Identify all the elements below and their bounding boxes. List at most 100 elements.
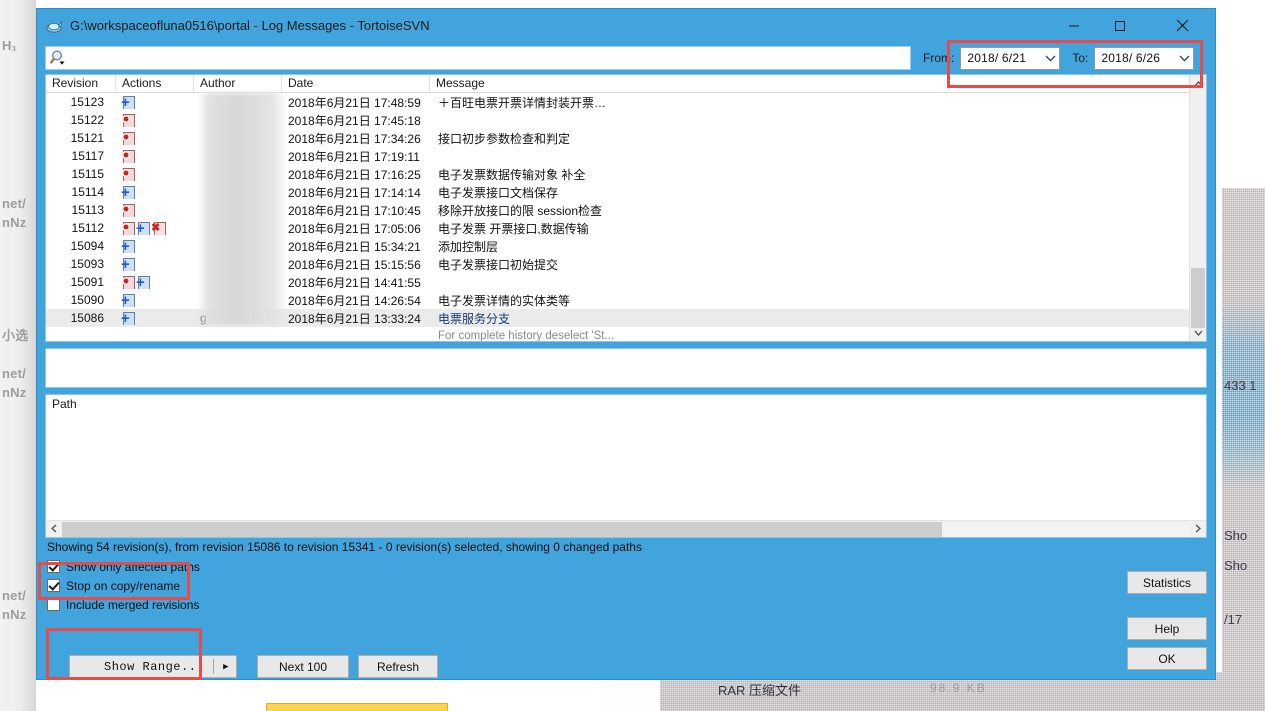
cell-date: 2018年6月21日 17:10:45 [288,203,421,218]
changed-paths-header: Path [46,395,1206,414]
background-right-text: Sho [1224,528,1248,543]
scroll-up-icon[interactable] [1190,75,1206,92]
table-row[interactable]: 15123 2018年6月21日 17:48:59 ＋百旺电票开票详情封装开票… [46,93,1189,111]
column-header-date[interactable]: Date [282,75,430,92]
ok-label: OK [1158,651,1176,666]
cell-date: 2018年6月21日 17:05:06 [288,221,421,236]
log-vertical-scrollbar[interactable] [1189,75,1206,341]
cell-actions [116,293,194,307]
background-file-size-label: 98.9 KB [930,681,987,695]
maximize-button[interactable] [1097,9,1143,42]
show-range-button[interactable]: Show Range... ▶ [69,655,237,678]
cell-revision: 15123 [70,95,104,109]
cell-date: 2018年6月21日 14:41:55 [288,275,421,290]
bottom-panel: Show only affected paths Stop on copy/ren… [45,557,1207,679]
background-left-text: H₁ [2,38,18,53]
log-scroll-track[interactable] [1190,92,1206,328]
file-added-icon [121,185,135,199]
column-header-author[interactable]: Author [194,75,282,92]
changed-paths-body [46,414,1206,520]
minimize-button[interactable] [1051,9,1097,42]
table-row[interactable]: 15117 2018年6月21日 17:19:11 [46,147,1189,165]
background-right-white [1222,0,1265,188]
cell-revision: 15122 [70,113,104,127]
table-row[interactable]: 15086 g 2018年6月21日 13:33:24 电票服务分支 [46,309,1189,327]
triangle-right-icon[interactable]: ▶ [223,662,229,672]
window-title: G:\workspaceofluna0516\portal - Log Mess… [70,18,430,33]
log-messages-window: G:\workspaceofluna0516\portal - Log Mess… [36,8,1216,680]
search-box[interactable] [45,46,911,70]
cell-message: 电子发票接口文档保存 [438,185,559,200]
commit-message-pane[interactable] [45,348,1207,388]
show-only-affected-paths-label: Show only affected paths [66,559,200,574]
paths-horizontal-scrollbar[interactable] [46,520,1206,537]
background-left-text: net/ [2,196,26,211]
search-input[interactable] [70,48,910,68]
file-modified-icon [122,131,135,145]
next-100-button[interactable]: Next 100 [257,655,349,678]
table-row[interactable]: 15093 2018年6月21日 15:15:56 电子发票接口初始提交 [46,255,1189,273]
chevron-down-icon[interactable] [1041,48,1059,69]
file-added-icon [136,221,150,235]
help-button[interactable]: Help [1127,617,1207,640]
table-row[interactable]: 15114 2018年6月21日 17:14:14 电子发票接口文档保存 [46,183,1189,201]
background-right-text: 433 1 [1224,378,1257,393]
statistics-button[interactable]: Statistics [1127,571,1207,594]
table-row[interactable]: 15091 2018年6月21日 14:41:55 [46,273,1189,291]
stop-on-copy-rename-checkbox[interactable] [47,579,60,592]
background-left-text: 小选 [2,328,29,343]
revision-log-header: Revision Actions Author Date Message [46,75,1189,93]
cell-actions [116,149,194,163]
show-only-affected-paths-row[interactable]: Show only affected paths [47,557,1207,576]
title-bar[interactable]: G:\workspaceofluna0516\portal - Log Mess… [37,9,1215,42]
table-row[interactable]: 15121 2018年6月21日 17:34:26 接口初步参数检查和判定 [46,129,1189,147]
table-row[interactable]: 15094 2018年6月21日 15:34:21 添加控制层 [46,237,1189,255]
include-merged-revisions-row[interactable]: Include merged revisions [47,595,1207,614]
column-header-message[interactable]: Message [430,75,1154,92]
file-added-icon [121,95,135,109]
include-merged-revisions-checkbox[interactable] [47,598,60,611]
cell-actions [116,113,194,127]
revision-log-grid: Revision Actions Author Date Message 151… [46,75,1189,341]
show-range-divider [213,659,214,674]
revision-log-list[interactable]: Revision Actions Author Date Message 151… [45,74,1207,342]
cell-revision: 15113 [71,203,104,217]
chevron-down-icon[interactable] [1175,48,1193,69]
help-label: Help [1154,621,1180,636]
cell-date: 2018年6月21日 17:45:18 [288,113,421,128]
date-from-field[interactable]: 2018/ 6/21 [960,46,1061,70]
refresh-button[interactable]: Refresh [358,655,438,678]
next-100-label: Next 100 [278,659,328,674]
cell-actions [116,131,194,145]
revision-log-body: 151232018年6月21日 17:48:59＋百旺电票开票详情封装开票…15… [46,93,1189,341]
date-to-field[interactable]: 2018/ 6/26 [1094,46,1195,70]
table-row[interactable]: 15113 2018年6月21日 17:10:45 移除开放接口的限 session… [46,201,1189,219]
stop-on-copy-rename-row[interactable]: Stop on copy/rename [47,576,1207,595]
date-to-value: 2018/ 6/26 [1101,51,1161,65]
table-row[interactable]: 15122 2018年6月21日 17:45:18 [46,111,1189,129]
column-header-actions[interactable]: Actions [116,75,194,92]
scroll-left-icon[interactable] [46,524,62,535]
table-row[interactable]: 15115 2018年6月21日 17:16:25 电子发票数据传输对象 补全 [46,165,1189,183]
column-header-revision[interactable]: Revision [46,75,116,92]
close-button[interactable] [1159,9,1205,42]
background-left-text: net/ [2,588,26,603]
log-scroll-thumb[interactable] [1191,268,1205,328]
table-row[interactable]: 15090 2018年6月21日 14:26:54 电子发票详情的实体类等 [46,291,1189,309]
ok-button[interactable]: OK [1127,647,1207,670]
cell-message: 电子发票 开票接口,数据传输 [438,221,589,236]
window-content: Revision Actions Author Date Message 151… [37,74,1215,679]
paths-scroll-thumb[interactable] [62,521,942,537]
table-row[interactable]: 15112 2018年6月21日 17:05:06 电子发票 开票接口,数据传输 [46,219,1189,237]
paths-scroll-track[interactable] [62,521,1190,537]
column-header-path[interactable]: Path [46,395,1206,413]
cell-revision: 15093 [70,257,104,271]
scroll-right-icon[interactable] [1190,524,1206,535]
file-modified-icon [122,203,135,217]
show-only-affected-paths-checkbox[interactable] [47,560,60,573]
cell-message: 接口初步参数检查和判定 [438,131,571,146]
cell-revision: 15117 [71,149,104,163]
show-range-label: Show Range... [104,659,205,674]
changed-paths-pane[interactable]: Path [45,394,1207,538]
search-icon[interactable] [50,49,70,67]
